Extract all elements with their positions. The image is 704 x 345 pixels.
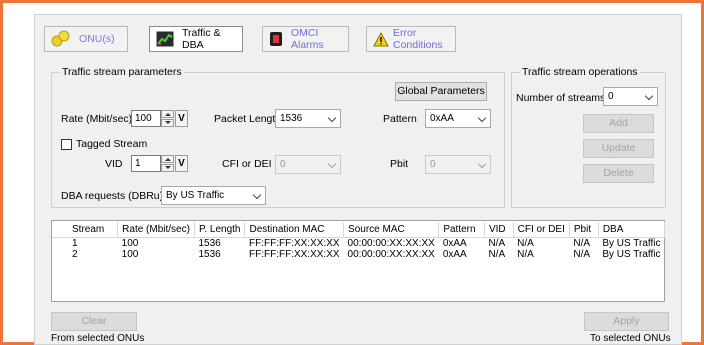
number-of-streams-label: Number of streams: [516,92,609,104]
column-header[interactable]: VID [484,222,514,238]
column-header[interactable]: P. Length [194,222,246,238]
rate-spinner[interactable] [161,110,174,127]
dba-requests-value: By US Traffic [166,190,225,201]
rate-input[interactable]: 100 [131,110,161,127]
tagged-stream-label: Tagged Stream [76,138,148,150]
update-button[interactable]: Update [583,139,654,158]
delete-button[interactable]: Delete [583,164,654,183]
column-header[interactable]: Stream [52,222,119,238]
table-cell: 100 [121,249,139,260]
tab-traffic-dba-label: Traffic & DBA [182,27,221,51]
table-cell: FF:FF:FF:XX:XX:XX [248,238,340,249]
pbit-select: 0 [425,155,491,174]
chevron-down-icon [327,113,337,123]
table-cell: N/A [488,238,506,249]
column-header[interactable]: Rate (Mbit/sec) [117,222,195,238]
cfi-value: 0 [280,159,286,170]
spin-up-icon[interactable] [161,155,174,163]
table-cell: FF:FF:FF:XX:XX:XX [248,249,340,260]
tab-traffic-dba[interactable]: Traffic & DBA [149,26,243,52]
warning-icon [373,31,389,47]
spin-down-icon[interactable] [161,119,174,127]
chevron-down-icon [252,190,262,200]
tab-omci-alarms[interactable]: OMCI Alarms [262,26,349,52]
vid-label: VID [105,158,123,170]
table-cell: 2 [72,249,78,260]
table-cell: 1 [72,238,78,249]
column-header[interactable]: Destination MAC [244,222,345,238]
table-cell: 00:00:00:XX:XX:XX [347,238,435,249]
traffic-chart-icon [156,31,174,47]
table-cell: 0xAA [442,249,467,260]
pbit-value: 0 [430,159,436,170]
tab-error-conditions-label: Error Conditions [393,27,443,51]
onu-circles-icon [51,30,71,48]
table-header-row: Stream Rate (Mbit/sec) P. Length Destina… [52,222,666,238]
pbit-label: Pbit [390,158,409,170]
table-cell: N/A [573,238,591,249]
number-of-streams-value: 0 [608,91,614,102]
tab-omci-alarms-label: OMCI Alarms [291,27,324,51]
table-cell: 00:00:00:XX:XX:XX [347,249,435,260]
rate-v-button[interactable]: V [175,110,188,127]
table-cell: 1536 [198,249,221,260]
streams-table: Stream Rate (Mbit/sec) P. Length Destina… [52,222,666,260]
operations-title: Traffic stream operations [520,66,640,78]
apply-button[interactable]: Apply [584,312,669,331]
column-header[interactable]: Pbit [569,222,599,238]
clear-button[interactable]: Clear [51,312,137,331]
dba-requests-label: DBA requests (DBRu): [61,190,167,202]
column-header[interactable]: CFI or DEI [513,222,570,238]
column-header[interactable]: Source MAC [343,222,440,238]
global-parameters-button[interactable]: Global Parameters [395,82,487,101]
table-cell: N/A [517,249,534,260]
table-cell: By US Traffic [602,238,661,249]
cfi-select: 0 [275,155,341,174]
group-title: Traffic stream parameters [60,66,184,78]
pattern-select[interactable]: 0xAA [425,109,491,128]
cfi-label: CFI or DEI [222,158,272,170]
tagged-stream-checkbox[interactable] [61,139,72,150]
clear-note: From selected ONUs [51,333,145,344]
table-cell: N/A [488,249,506,260]
number-of-streams-select[interactable]: 0 [603,87,658,106]
rate-label: Rate (Mbit/sec) [61,113,133,125]
table-row[interactable]: 2 100 1536 FF:FF:FF:XX:XX:XX 00:00:00:XX… [52,249,665,260]
alarm-device-icon [269,31,283,47]
tab-error-conditions[interactable]: Error Conditions [366,26,456,52]
apply-note: To selected ONUs [590,333,671,344]
table-row[interactable]: 1 100 1536 FF:FF:FF:XX:XX:XX 00:00:00:XX… [52,238,665,250]
add-button[interactable]: Add [583,114,654,133]
vid-spinner[interactable] [161,155,174,172]
vid-input[interactable]: 1 [131,155,161,172]
pattern-label: Pattern [383,113,417,125]
packet-length-select[interactable]: 1536 [275,109,341,128]
packet-length-label: Packet Length [214,113,282,125]
spin-down-icon[interactable] [161,164,174,172]
tab-onus[interactable]: ONU(s) [44,26,128,52]
table-cell: 1536 [198,238,221,249]
column-header[interactable]: Pattern [438,222,485,238]
table-cell: 0xAA [442,238,467,249]
column-header[interactable]: DBA [598,222,666,238]
chevron-down-icon [477,159,487,169]
tab-onus-label: ONU(s) [79,33,115,45]
spin-up-icon[interactable] [161,110,174,118]
chevron-down-icon [327,159,337,169]
table-cell: 100 [121,238,139,249]
chevron-down-icon [644,91,654,101]
packet-length-value: 1536 [280,113,303,124]
table-cell: N/A [517,238,534,249]
chevron-down-icon [477,113,487,123]
table-cell: By US Traffic [602,249,661,260]
pattern-value: 0xAA [430,113,454,124]
vid-v-button[interactable]: V [175,155,188,172]
dba-requests-select[interactable]: By US Traffic [161,186,266,205]
table-cell: N/A [573,249,591,260]
